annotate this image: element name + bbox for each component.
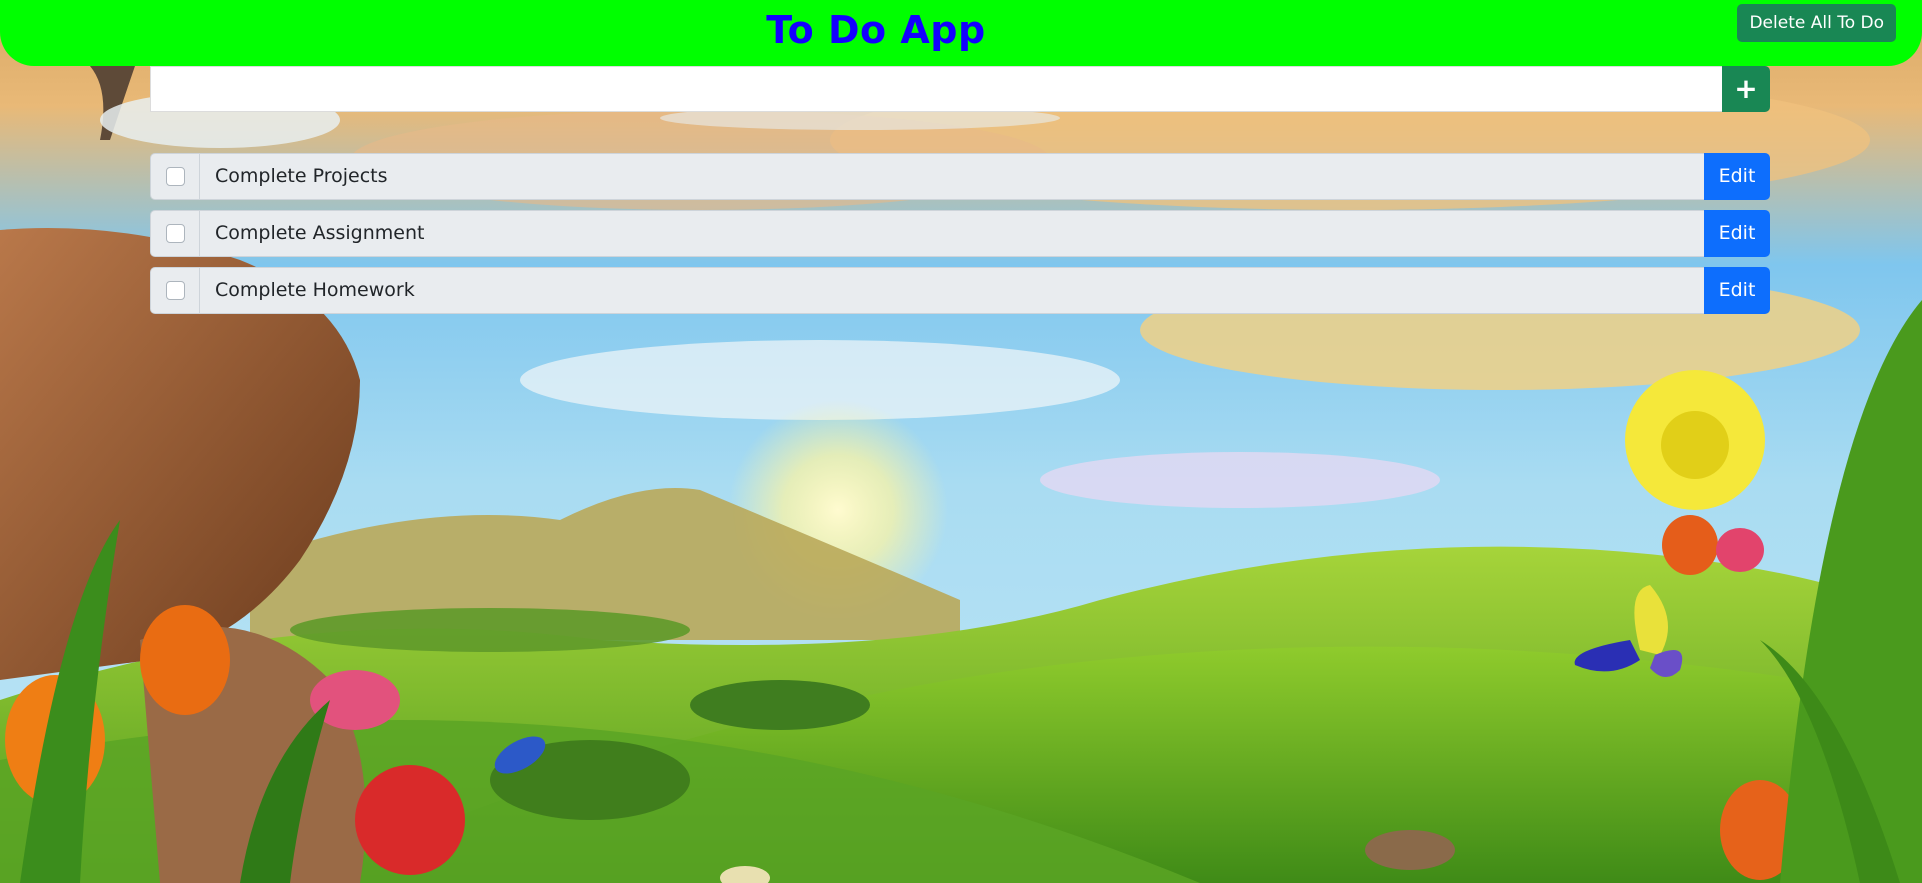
todo-checkbox-cell bbox=[150, 153, 200, 200]
todo-checkbox[interactable] bbox=[165, 281, 185, 300]
todo-checkbox[interactable] bbox=[165, 224, 185, 243]
edit-button[interactable]: Edit bbox=[1704, 210, 1770, 257]
todo-item: Complete Assignment Edit bbox=[150, 210, 1770, 257]
page-title: To Do App bbox=[766, 8, 986, 52]
edit-button[interactable]: Edit bbox=[1704, 267, 1770, 314]
todo-checkbox-cell bbox=[150, 210, 200, 257]
todo-item: Complete Homework Edit bbox=[150, 267, 1770, 314]
background-landscape-image bbox=[0, 0, 1922, 883]
todo-item: Complete Projects Edit bbox=[150, 153, 1770, 200]
plus-icon: + bbox=[1734, 72, 1758, 105]
todo-text: Complete Projects bbox=[200, 153, 1704, 200]
todo-checkbox[interactable] bbox=[165, 167, 185, 186]
new-todo-form: + bbox=[150, 66, 1770, 112]
add-todo-button[interactable]: + bbox=[1722, 66, 1770, 112]
new-todo-input[interactable] bbox=[150, 66, 1722, 112]
todo-text: Complete Homework bbox=[200, 267, 1704, 314]
todo-text: Complete Assignment bbox=[200, 210, 1704, 257]
todo-list: Complete Projects Edit Complete Assignme… bbox=[150, 153, 1770, 324]
edit-button[interactable]: Edit bbox=[1704, 153, 1770, 200]
todo-checkbox-cell bbox=[150, 267, 200, 314]
delete-all-button[interactable]: Delete All To Do bbox=[1737, 4, 1896, 42]
app-header: To Do App Delete All To Do bbox=[0, 0, 1922, 66]
